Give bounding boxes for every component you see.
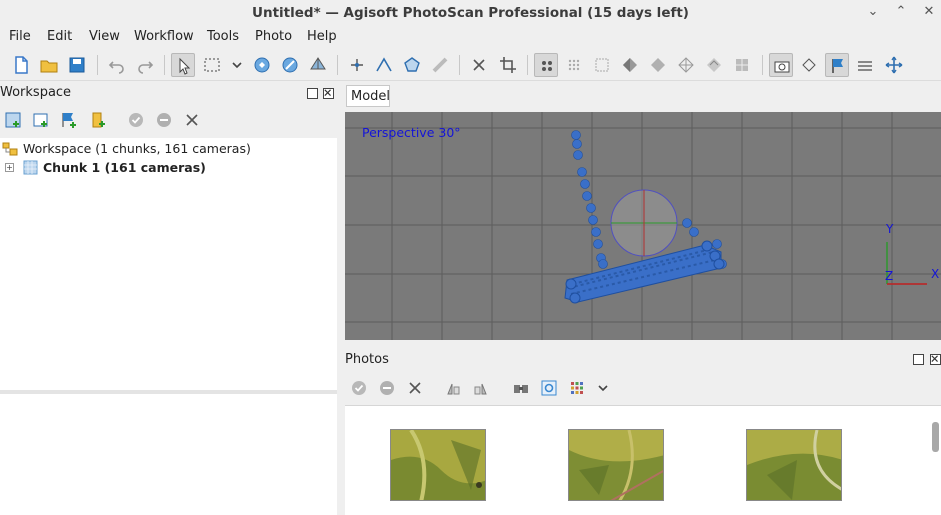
menu-edit[interactable]: Edit <box>47 29 72 44</box>
ruler-icon[interactable] <box>428 53 452 77</box>
photo-thumbnail[interactable] <box>746 429 842 501</box>
show-trackball-icon[interactable] <box>882 53 906 77</box>
window-title: Untitled* — Agisoft PhotoScan Profession… <box>252 5 689 21</box>
menu-view[interactable]: View <box>89 29 120 44</box>
view-mode-icon[interactable] <box>567 378 587 398</box>
disable-icon[interactable] <box>377 378 397 398</box>
show-region-icon[interactable] <box>853 53 877 77</box>
menu-bar: File Edit View Workflow Tools Photo Help <box>0 26 941 49</box>
axis-y-label: Y <box>886 222 894 236</box>
move-object-icon[interactable] <box>278 53 302 77</box>
photo-thumbnail[interactable] <box>390 429 486 501</box>
tab-model[interactable]: Model <box>346 85 390 107</box>
undo-icon[interactable] <box>105 53 129 77</box>
disable-icon[interactable] <box>154 110 174 130</box>
photos-float-button[interactable] <box>913 354 924 365</box>
workspace-float-button[interactable] <box>307 88 318 99</box>
photoscan-window: Untitled* — Agisoft PhotoScan Profession… <box>0 0 941 515</box>
wireframe-model-icon[interactable] <box>674 53 698 77</box>
navigation-icon[interactable] <box>171 53 195 77</box>
scale-object-icon[interactable] <box>306 53 330 77</box>
perspective-label: Perspective 30° <box>362 125 461 140</box>
draw-point-icon[interactable] <box>345 53 369 77</box>
selection-dropdown-icon[interactable] <box>225 53 249 77</box>
workspace-panel: Workspace Workspace (1 chunks, 161 camer… <box>0 82 337 515</box>
chunk-icon <box>23 160 38 175</box>
tiled-model-icon[interactable] <box>730 53 754 77</box>
maximize-button[interactable]: ⌃ <box>892 3 910 21</box>
photo-thumbnail[interactable] <box>568 429 664 501</box>
menu-help[interactable]: Help <box>307 29 337 44</box>
workspace-toolbar <box>0 110 337 134</box>
chevron-down-icon[interactable] <box>593 378 613 398</box>
dense-cloud-icon[interactable] <box>562 53 586 77</box>
draw-polygon-icon[interactable] <box>400 53 424 77</box>
axis-x-label: X <box>931 267 940 281</box>
workspace-root-label: Workspace (1 chunks, 161 cameras) <box>23 141 251 156</box>
save-icon[interactable] <box>65 53 89 77</box>
open-icon[interactable] <box>37 53 61 77</box>
draw-polyline-icon[interactable] <box>372 53 396 77</box>
remove-icon[interactable] <box>182 110 202 130</box>
enable-icon[interactable] <box>126 110 146 130</box>
textured-model-icon[interactable] <box>702 53 726 77</box>
rotate-right-icon[interactable] <box>471 378 491 398</box>
main-toolbar <box>0 49 941 81</box>
new-icon[interactable] <box>9 53 33 77</box>
minimize-button[interactable]: ⌄ <box>864 3 882 21</box>
rectangle-selection-icon[interactable] <box>200 53 224 77</box>
photos-title: Photos <box>345 352 389 367</box>
menu-tools[interactable]: Tools <box>207 29 239 44</box>
title-bar: Untitled* — Agisoft PhotoScan Profession… <box>0 0 941 26</box>
show-markers-icon[interactable] <box>825 53 849 77</box>
dense-cloud-classes-icon[interactable] <box>590 53 614 77</box>
workspace-close-button[interactable] <box>323 88 334 99</box>
find-icon[interactable] <box>511 378 531 398</box>
menu-file[interactable]: File <box>9 29 31 44</box>
add-chunk-icon[interactable] <box>3 110 23 130</box>
photos-thumbnails <box>345 405 941 515</box>
solid-model-icon[interactable] <box>646 53 670 77</box>
delete-icon[interactable] <box>467 53 491 77</box>
model-scene <box>345 112 941 340</box>
redo-icon[interactable] <box>133 53 157 77</box>
photos-toolbar <box>345 378 941 400</box>
crop-icon[interactable] <box>496 53 520 77</box>
menu-workflow[interactable]: Workflow <box>134 29 194 44</box>
close-button[interactable]: ✕ <box>920 3 938 21</box>
workspace-title: Workspace <box>0 85 72 100</box>
add-photos-icon[interactable] <box>31 110 51 130</box>
enable-icon[interactable] <box>349 378 369 398</box>
workspace-root-icon <box>2 141 18 157</box>
trackball <box>610 189 678 257</box>
axis-z-label: Z <box>885 269 894 283</box>
expand-icon[interactable]: + <box>5 163 14 172</box>
chunk-label: Chunk 1 (161 cameras) <box>43 160 206 175</box>
add-folder-icon[interactable] <box>59 110 79 130</box>
add-markers-icon[interactable] <box>89 110 109 130</box>
show-cameras-icon[interactable] <box>769 53 793 77</box>
remove-icon[interactable] <box>405 378 425 398</box>
properties-pane <box>0 390 337 515</box>
shaded-model-icon[interactable] <box>618 53 642 77</box>
model-viewport[interactable]: Perspective 30° Y Z X <box>345 112 941 340</box>
menu-photo[interactable]: Photo <box>255 29 292 44</box>
photos-scrollbar[interactable] <box>932 422 939 452</box>
show-cameras-icon[interactable] <box>539 378 559 398</box>
point-cloud-icon[interactable] <box>534 53 558 77</box>
show-shapes-icon[interactable] <box>797 53 821 77</box>
photos-close-button[interactable] <box>930 354 941 365</box>
rotate-object-icon[interactable] <box>250 53 274 77</box>
rotate-left-icon[interactable] <box>443 378 463 398</box>
